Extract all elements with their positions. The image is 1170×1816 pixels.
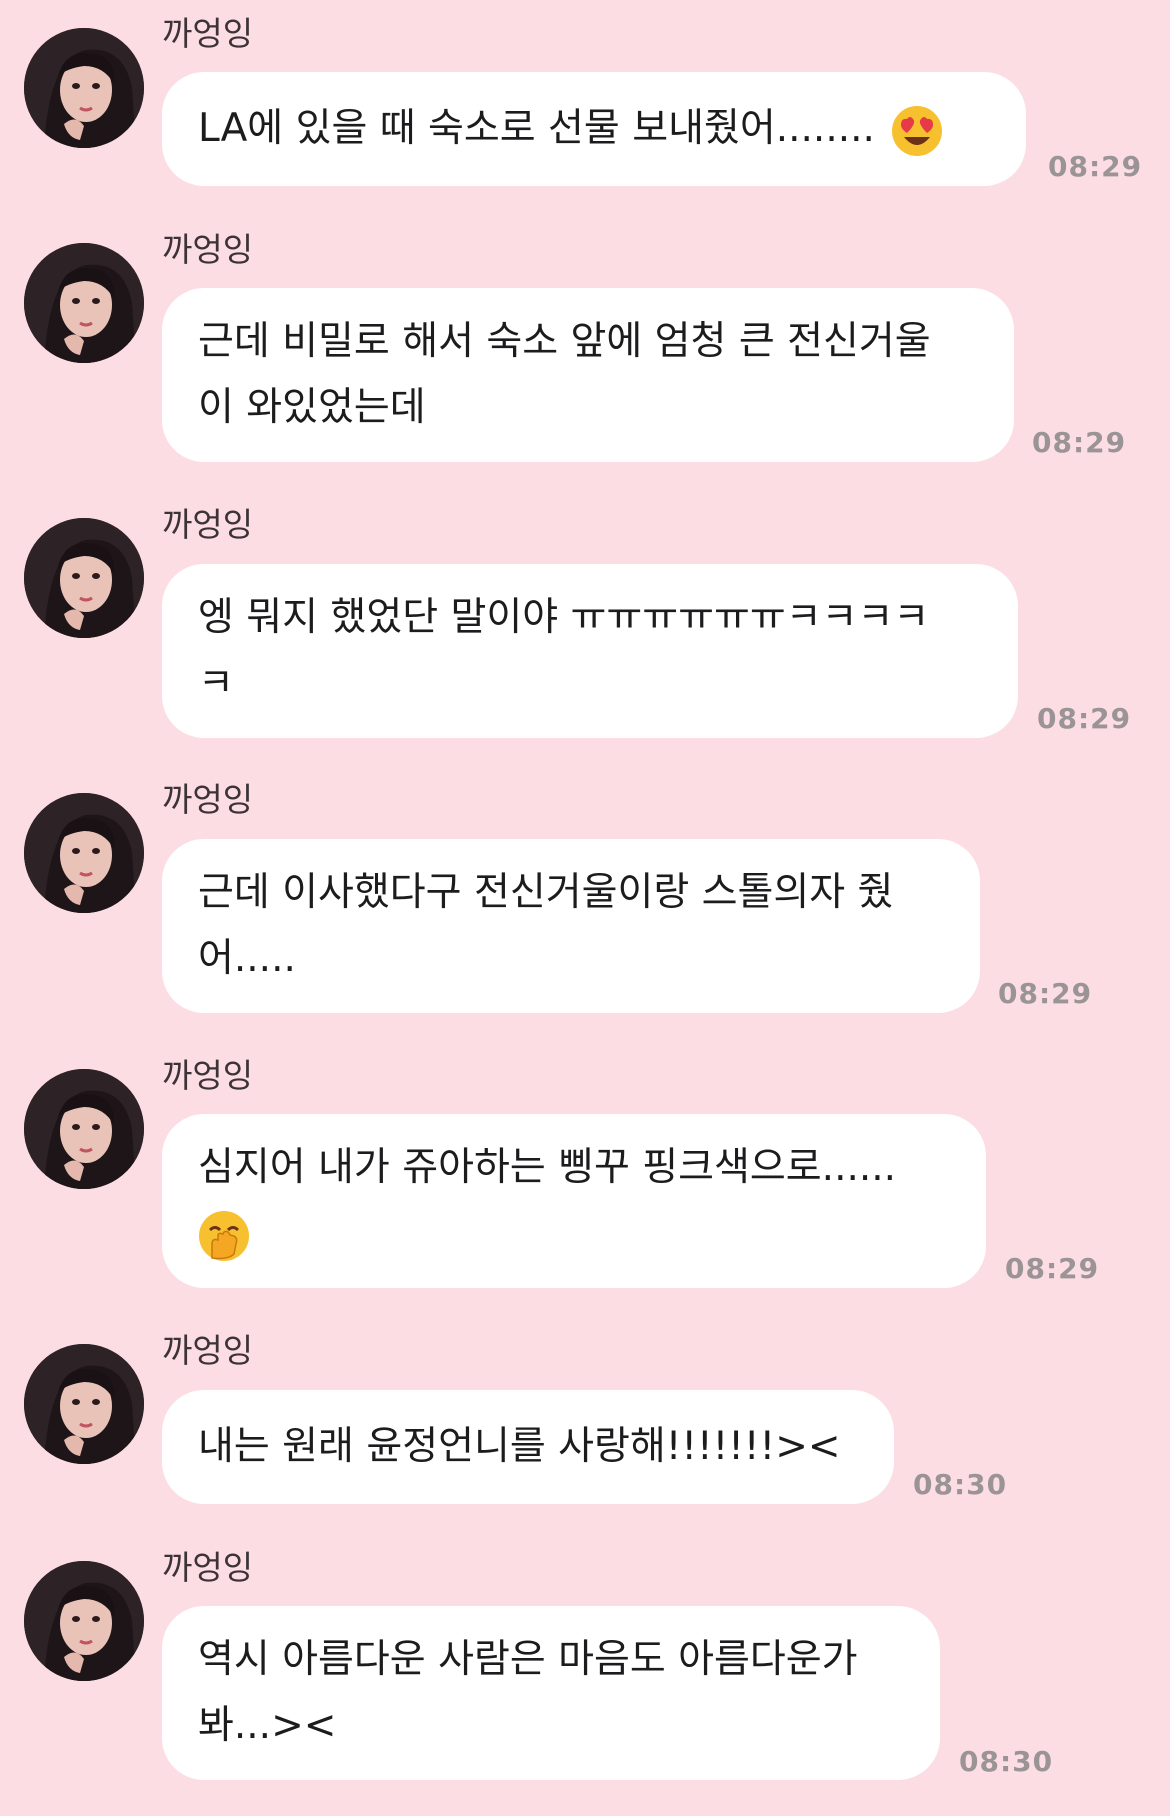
timestamp: 08:30 — [959, 1745, 1054, 1778]
avatar[interactable] — [24, 1561, 144, 1681]
message-text-line: 역시 아름다운 사람은 마음도 아름다운가 — [198, 1637, 858, 1682]
message-text-line: 근데 비밀로 해서 숙소 앞에 엄청 큰 전신거울 — [198, 319, 931, 364]
message-text: 내는 원래 윤정언니를 사랑해!!!!!!!>< — [198, 1424, 841, 1469]
message-text-line: 어..... — [198, 936, 296, 981]
message-text-line: 근데 이사했다구 전신거울이랑 스톨의자 줬 — [198, 870, 894, 915]
timestamp: 08:29 — [1048, 150, 1143, 183]
avatar[interactable] — [24, 518, 144, 638]
timestamp: 08:29 — [998, 977, 1093, 1010]
timestamp: 08:29 — [1037, 702, 1132, 735]
sender-name: 까엉잉 — [162, 1056, 254, 1095]
message-bubble[interactable]: 근데 이사했다구 전신거울이랑 스톨의자 줬 어..... — [162, 839, 980, 1013]
message-text-line: 엥 뭐지 했었단 말이야 ㅠㅠㅠㅠㅠㅠㅋㅋㅋㅋ — [198, 595, 930, 640]
sender-name: 까엉잉 — [162, 505, 254, 544]
message-text-line: ㅋ — [198, 661, 234, 706]
avatar[interactable] — [24, 793, 144, 913]
message-text-line: 봐...>< — [198, 1703, 337, 1748]
sender-name: 까엉잉 — [162, 14, 254, 53]
message-bubble[interactable]: 엥 뭐지 했었단 말이야 ㅠㅠㅠㅠㅠㅠㅋㅋㅋㅋ ㅋ — [162, 564, 1018, 738]
message-text: LA에 있을 때 숙소로 선물 보내줬어........ — [198, 106, 875, 151]
sender-name: 까엉잉 — [162, 1548, 254, 1587]
timestamp: 08:29 — [1005, 1252, 1100, 1285]
message-bubble[interactable]: 역시 아름다운 사람은 마음도 아름다운가 봐...>< — [162, 1606, 940, 1780]
sender-name: 까엉잉 — [162, 1331, 254, 1370]
message-emoji-line — [198, 1201, 950, 1267]
sender-name: 까엉잉 — [162, 230, 254, 269]
avatar[interactable] — [24, 243, 144, 363]
message-text-line: 이 와있었는데 — [198, 385, 426, 430]
message-bubble[interactable]: 내는 원래 윤정언니를 사랑해!!!!!!!>< — [162, 1390, 894, 1504]
sender-name: 까엉잉 — [162, 780, 254, 819]
message-text-line: 심지어 내가 쥬아하는 삥꾸 핑크색으로...... — [198, 1145, 897, 1190]
timestamp: 08:30 — [913, 1468, 1008, 1501]
timestamp: 08:29 — [1032, 426, 1127, 459]
avatar[interactable] — [24, 28, 144, 148]
message-bubble[interactable]: 심지어 내가 쥬아하는 삥꾸 핑크색으로...... — [162, 1114, 986, 1288]
heart-eyes-emoji-icon — [891, 105, 943, 157]
avatar[interactable] — [24, 1344, 144, 1464]
hand-over-mouth-emoji-icon — [198, 1210, 250, 1262]
avatar[interactable] — [24, 1069, 144, 1189]
message-bubble[interactable]: 근데 비밀로 해서 숙소 앞에 엄청 큰 전신거울 이 와있었는데 — [162, 288, 1014, 462]
message-bubble[interactable]: LA에 있을 때 숙소로 선물 보내줬어........ — [162, 72, 1026, 186]
